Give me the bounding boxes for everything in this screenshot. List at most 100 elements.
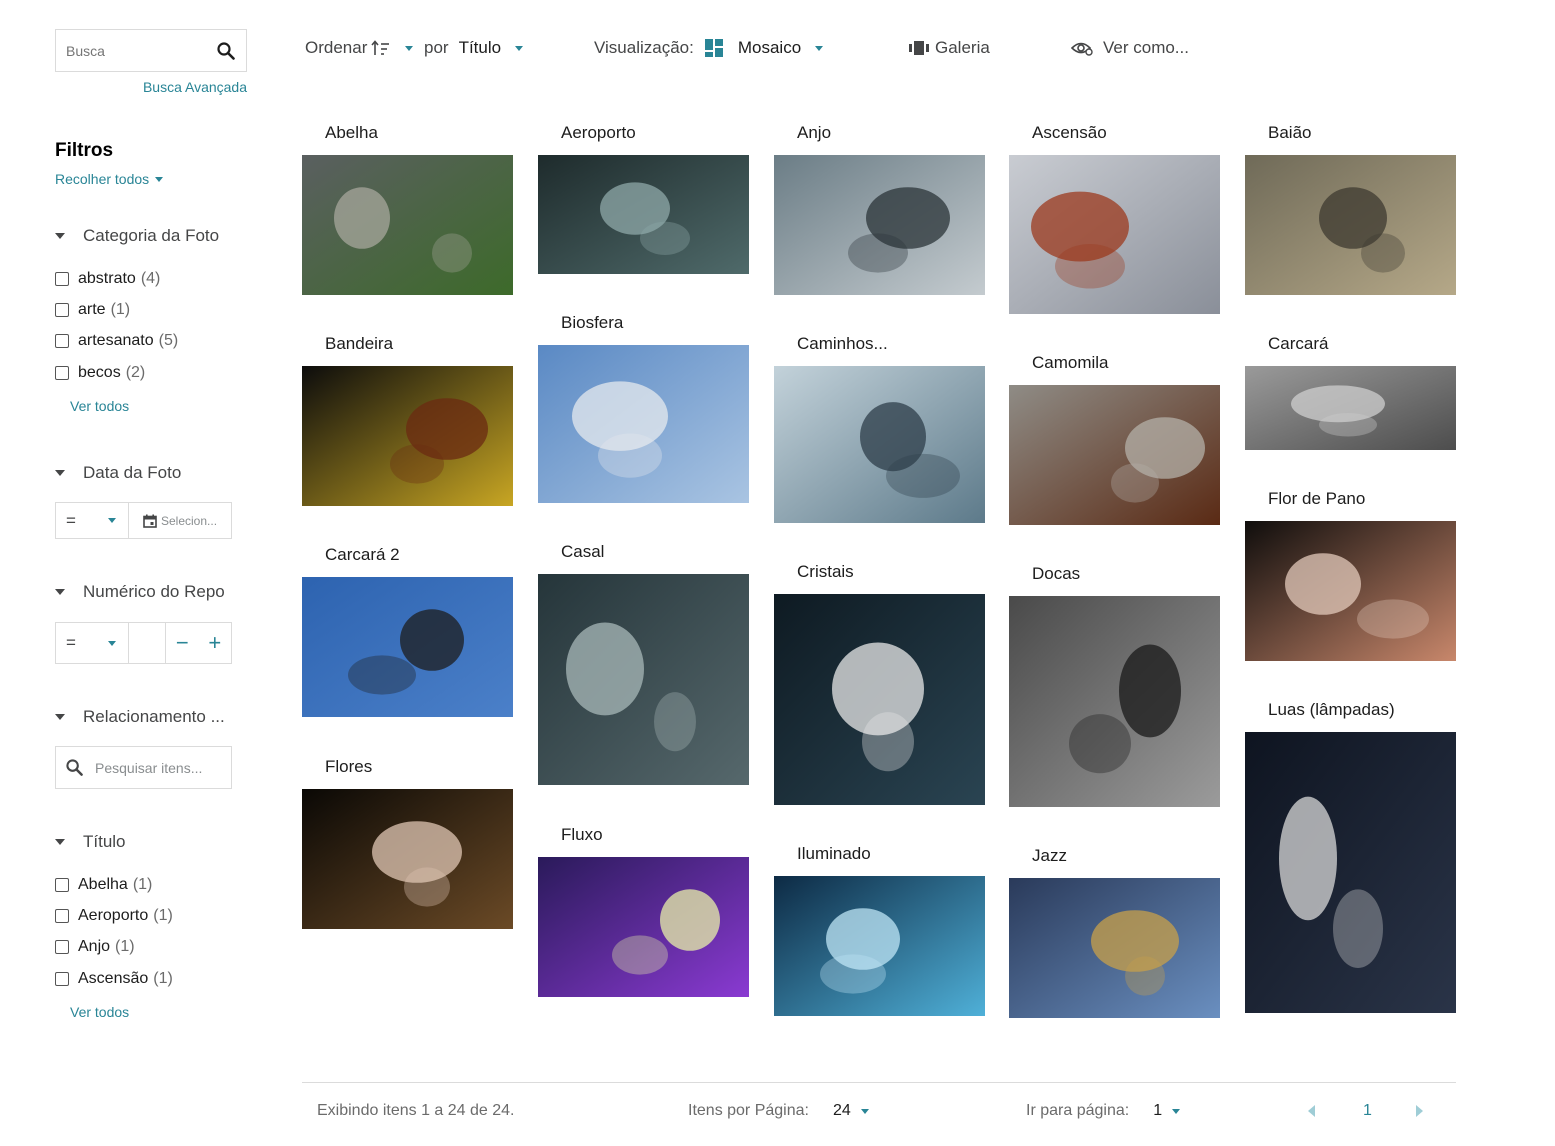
checkbox[interactable] (55, 940, 69, 954)
goto-page-select[interactable]: Ir para página: 1 (1026, 1102, 1181, 1120)
filter-date-header[interactable]: Data da Foto (55, 463, 181, 483)
item-thumbnail[interactable] (1245, 366, 1456, 450)
option-count: (1) (132, 876, 153, 893)
item-thumbnail[interactable] (1245, 521, 1456, 661)
sort-order-button[interactable]: Ordenar (305, 38, 414, 58)
gallery-label: Galeria (935, 38, 990, 57)
item-thumbnail[interactable] (1009, 878, 1220, 1018)
see-all-categories-link[interactable]: Ver todos (70, 398, 129, 414)
item-thumbnail[interactable] (1009, 385, 1220, 525)
caret-down-icon (815, 45, 824, 51)
per-page-value: 24 (832, 1102, 851, 1119)
item-title[interactable]: Abelha (325, 123, 378, 143)
caret-down-icon (155, 176, 164, 182)
filter-option-abelha[interactable]: Abelha (1) (55, 876, 152, 894)
minus-button[interactable]: − (176, 630, 189, 656)
filter-category-header[interactable]: Categoria da Foto (55, 226, 219, 246)
date-operator-select[interactable]: = (55, 502, 129, 539)
item-title[interactable]: Carcará (1268, 334, 1328, 354)
option-count: (2) (125, 364, 146, 381)
eye-icon (1071, 42, 1093, 56)
item-thumbnail[interactable] (774, 594, 985, 805)
checkbox[interactable] (55, 334, 69, 348)
filter-category-label: Categoria da Foto (83, 226, 220, 245)
advanced-search-link[interactable]: Busca Avançada (143, 79, 247, 95)
filter-option-ascensao[interactable]: Ascensão (1) (55, 970, 173, 988)
item-title[interactable]: Flor de Pano (1268, 489, 1365, 509)
relation-search-input[interactable]: Pesquisar itens... (55, 746, 232, 789)
checkbox[interactable] (55, 366, 69, 380)
filter-relation-header[interactable]: Relacionamento ... (55, 707, 225, 727)
prev-page-button[interactable] (1308, 1104, 1316, 1122)
per-page-label: Itens por Página: (688, 1102, 809, 1119)
item-title[interactable]: Casal (561, 542, 604, 562)
checkbox[interactable] (55, 303, 69, 317)
filter-option-anjo[interactable]: Anjo (1) (55, 938, 135, 956)
item-title[interactable]: Caminhos... (797, 334, 888, 354)
filter-title-header[interactable]: Título (55, 832, 126, 852)
filter-numeric-header[interactable]: Numérico do Repo (55, 582, 225, 602)
search-input[interactable] (56, 30, 206, 71)
item-thumbnail[interactable] (538, 574, 749, 785)
item-title[interactable]: Cristais (797, 562, 854, 582)
item-thumbnail[interactable] (538, 345, 749, 503)
filter-option-artesanato[interactable]: artesanato (5) (55, 332, 178, 350)
item-title[interactable]: Biosfera (561, 313, 623, 333)
option-label: Aeroporto (78, 907, 149, 924)
item-title[interactable]: Docas (1032, 564, 1080, 584)
caret-down-icon (405, 45, 414, 51)
item-thumbnail[interactable] (302, 577, 513, 717)
item-title[interactable]: Baião (1268, 123, 1311, 143)
next-page-button[interactable] (1416, 1104, 1424, 1122)
page-1-link[interactable]: 1 (1363, 1102, 1372, 1120)
item-thumbnail[interactable] (302, 366, 513, 506)
operator-value: = (66, 633, 76, 652)
view-as-button[interactable]: Ver como... (1071, 38, 1189, 58)
plus-button[interactable]: + (208, 630, 221, 656)
checkbox[interactable] (55, 909, 69, 923)
item-title[interactable]: Jazz (1032, 846, 1067, 866)
item-thumbnail[interactable] (774, 876, 985, 1016)
item-thumbnail[interactable] (302, 155, 513, 295)
numeric-operator-select[interactable]: = (55, 622, 129, 664)
filter-option-aeroporto[interactable]: Aeroporto (1) (55, 907, 173, 925)
numeric-input[interactable] (128, 622, 166, 664)
collapse-all-button[interactable]: Recolher todos (55, 171, 164, 187)
checkbox[interactable] (55, 972, 69, 986)
see-all-titles-link[interactable]: Ver todos (70, 1004, 129, 1020)
sort-field-select[interactable]: por Título (424, 38, 524, 58)
filter-option-becos[interactable]: becos (2) (55, 364, 145, 382)
filter-option-abstrato[interactable]: abstrato (4) (55, 270, 160, 288)
item-title[interactable]: Carcará 2 (325, 545, 400, 565)
caret-down-icon (860, 1108, 869, 1114)
item-title[interactable]: Ascensão (1032, 123, 1107, 143)
item-thumbnail[interactable] (774, 155, 985, 295)
item-title[interactable]: Flores (325, 757, 372, 777)
item-thumbnail[interactable] (538, 857, 749, 997)
by-label: por (424, 38, 449, 57)
gallery-icon (909, 41, 929, 55)
item-thumbnail[interactable] (1009, 155, 1220, 314)
item-thumbnail[interactable] (774, 366, 985, 523)
item-thumbnail[interactable] (1009, 596, 1220, 807)
per-page-select[interactable]: Itens por Página: 24 (688, 1102, 869, 1120)
checkbox[interactable] (55, 878, 69, 892)
filter-option-arte[interactable]: arte (1) (55, 301, 130, 319)
option-label: becos (78, 364, 121, 381)
item-title[interactable]: Luas (lâmpadas) (1268, 700, 1395, 720)
view-mode-select[interactable]: Visualização: Mosaico (594, 38, 824, 58)
checkbox[interactable] (55, 272, 69, 286)
item-title[interactable]: Fluxo (561, 825, 603, 845)
date-input[interactable]: Selecion... (128, 502, 232, 539)
item-title[interactable]: Iluminado (797, 844, 871, 864)
item-title[interactable]: Bandeira (325, 334, 393, 354)
search-button[interactable] (206, 30, 246, 71)
item-thumbnail[interactable] (538, 155, 749, 274)
item-title[interactable]: Anjo (797, 123, 831, 143)
item-title[interactable]: Aeroporto (561, 123, 636, 143)
item-title[interactable]: Camomila (1032, 353, 1109, 373)
item-thumbnail[interactable] (1245, 732, 1456, 1013)
item-thumbnail[interactable] (302, 789, 513, 929)
item-thumbnail[interactable] (1245, 155, 1456, 295)
gallery-button[interactable]: Galeria (909, 38, 990, 58)
